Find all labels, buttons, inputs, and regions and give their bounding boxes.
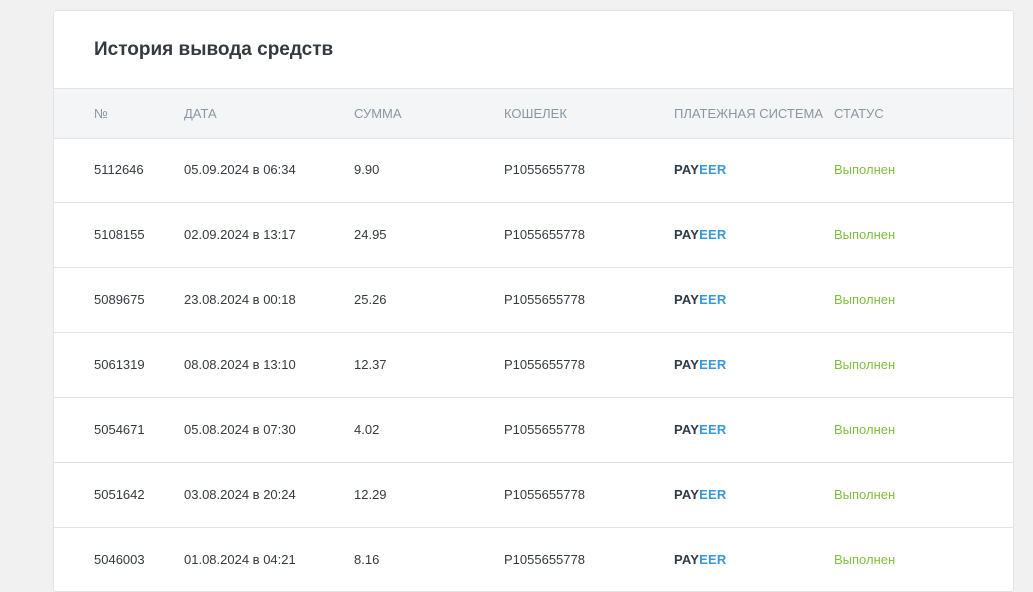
payeer-logo-part-eer: EER (699, 162, 727, 177)
payeer-logo-part-pay: PAY (674, 162, 700, 177)
table-row: 5108155 02.09.2024 в 13:17 24.95 P105565577… (54, 203, 1013, 268)
payeer-logo-part-pay: PAY (674, 422, 700, 437)
payeer-logo-part-pay: PAY (674, 357, 700, 372)
wallet-id: P1055655778 (504, 292, 585, 307)
status-text: Выполнен (834, 422, 896, 437)
withdrawal-date: 01.08.2024 в 04:21 (184, 552, 296, 567)
column-header-date: ДАТА (184, 106, 217, 121)
status-text: Выполнен (834, 227, 896, 242)
wallet-id: P1055655778 (504, 162, 585, 177)
page-title: История вывода средств (94, 39, 334, 60)
table-row: 5051642 03.08.2024 в 20:24 12.29 P105565577… (54, 463, 1013, 528)
withdrawal-sum: 12.29 (354, 487, 387, 502)
column-header-payment-system: ПЛАТЕЖНАЯ СИСТЕМА (674, 106, 824, 121)
column-header-status: СТАТУС (834, 106, 884, 121)
withdrawal-number: 5089675 (94, 292, 145, 307)
withdrawal-date: 03.08.2024 в 20:24 (184, 487, 296, 502)
withdrawal-sum: 9.90 (354, 162, 380, 177)
payeer-logo-part-eer: EER (699, 227, 727, 242)
table-header: № ДАТА СУММА КОШЕЛЕК ПЛАТЕЖНАЯ СИСТЕМА С… (54, 88, 1013, 139)
withdrawal-date: 05.08.2024 в 07:30 (184, 422, 296, 437)
table-row: 5054671 05.08.2024 в 07:30 4.02 P1055655778… (54, 398, 1013, 463)
payeer-logo-part-pay: PAY (674, 292, 700, 307)
payeer-logo-part-pay: PAY (674, 227, 700, 242)
payeer-logo: PAYEER (674, 203, 727, 267)
payeer-logo-part-eer: EER (699, 422, 727, 437)
withdrawal-number: 5112646 (94, 162, 144, 177)
withdrawal-date: 08.08.2024 в 13:10 (184, 357, 296, 372)
payeer-logo: PAYEER (674, 528, 727, 591)
payeer-logo: PAYEER (674, 268, 727, 332)
column-header-sum: СУММА (354, 106, 402, 121)
status-text: Выполнен (834, 162, 896, 177)
withdrawal-date: 05.09.2024 в 06:34 (184, 162, 296, 177)
wallet-id: P1055655778 (504, 487, 585, 502)
withdrawal-sum: 4.02 (354, 422, 380, 437)
payeer-logo: PAYEER (674, 398, 727, 462)
wallet-id: P1055655778 (504, 357, 585, 372)
withdrawal-number: 5051642 (94, 487, 145, 502)
table-row: 5089675 23.08.2024 в 00:18 25.26 P105565577… (54, 268, 1013, 333)
withdrawal-number: 5046003 (94, 552, 145, 567)
table-row: 5112646 05.09.2024 в 06:34 9.90 P1055655778… (54, 138, 1013, 203)
withdrawal-sum: 8.16 (354, 552, 380, 567)
withdrawal-sum: 24.95 (354, 227, 387, 242)
payeer-logo-part-pay: PAY (674, 487, 700, 502)
withdrawal-date: 02.09.2024 в 13:17 (184, 227, 296, 242)
withdrawal-sum: 25.26 (354, 292, 387, 307)
payeer-logo-part-eer: EER (699, 292, 727, 307)
column-header-number: № (94, 106, 108, 121)
status-text: Выполнен (834, 357, 896, 372)
table-body: 5112646 05.09.2024 в 06:34 9.90 P1055655778… (54, 138, 1013, 591)
withdrawal-number: 5054671 (94, 422, 145, 437)
payeer-logo-part-eer: EER (699, 357, 727, 372)
payeer-logo: PAYEER (674, 333, 727, 397)
table-row: 5061319 08.08.2024 в 13:10 12.37 P105565577… (54, 333, 1013, 398)
withdrawal-sum: 12.37 (354, 357, 387, 372)
withdrawal-number: 5108155 (94, 227, 145, 242)
payeer-logo: PAYEER (674, 138, 727, 202)
payeer-logo-part-eer: EER (699, 487, 727, 502)
status-text: Выполнен (834, 552, 896, 567)
wallet-id: P1055655778 (504, 422, 585, 437)
status-text: Выполнен (834, 292, 896, 307)
withdrawal-date: 23.08.2024 в 00:18 (184, 292, 296, 307)
column-header-wallet: КОШЕЛЕК (504, 106, 567, 121)
payeer-logo: PAYEER (674, 463, 727, 527)
table-row: 5046003 01.08.2024 в 04:21 8.16 P1055655778… (54, 528, 1013, 591)
wallet-id: P1055655778 (504, 552, 585, 567)
withdrawal-number: 5061319 (94, 357, 145, 372)
payeer-logo-part-pay: PAY (674, 552, 700, 567)
wallet-id: P1055655778 (504, 227, 585, 242)
status-text: Выполнен (834, 487, 896, 502)
payeer-logo-part-eer: EER (699, 552, 727, 567)
withdrawal-history-card: История вывода средств № ДАТА СУММА КОШЕ… (53, 10, 1014, 592)
